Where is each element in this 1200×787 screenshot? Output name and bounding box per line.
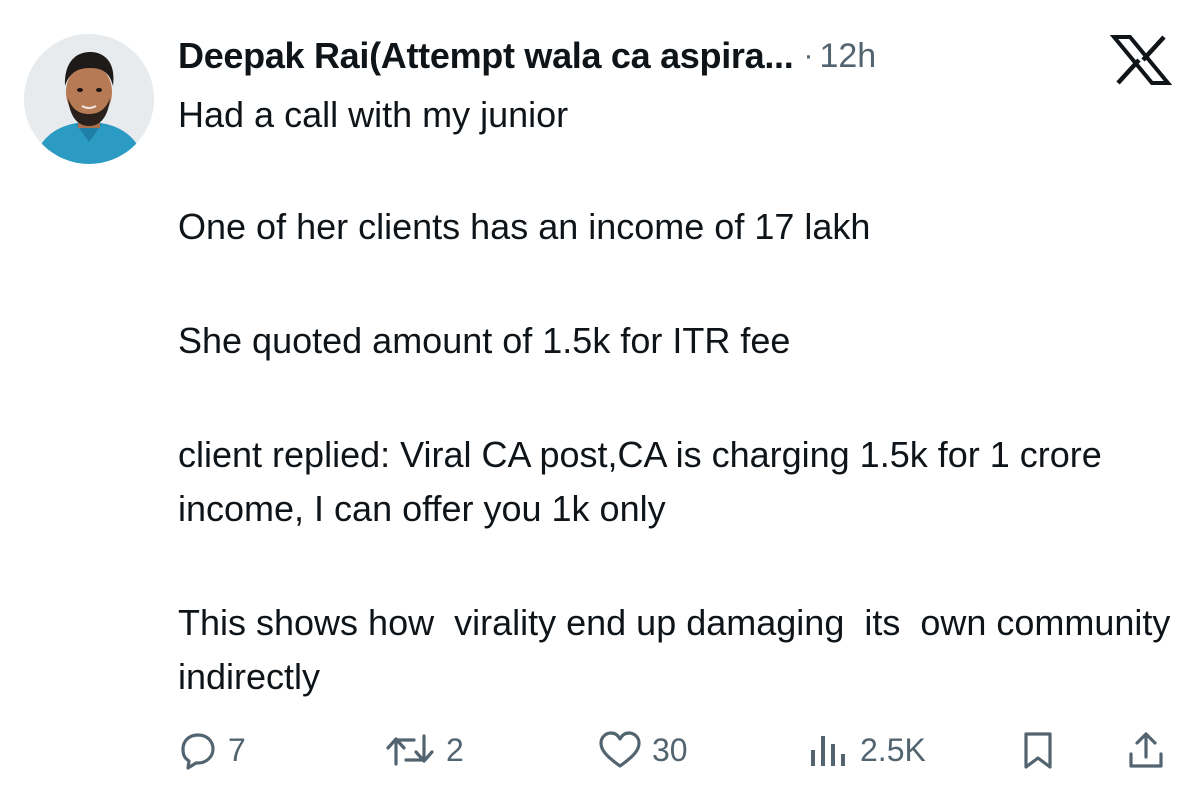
x-logo-icon[interactable] bbox=[1110, 34, 1172, 86]
analytics-icon bbox=[811, 736, 845, 766]
repost-icon bbox=[386, 734, 434, 766]
like-button[interactable]: 30 bbox=[598, 722, 688, 778]
share-button[interactable] bbox=[1126, 722, 1166, 778]
share-icon bbox=[1129, 732, 1163, 768]
post-paragraph: client replied: Viral CA post,CA is char… bbox=[178, 434, 1112, 529]
post-paragraph: This shows how virality end up damaging … bbox=[178, 602, 1181, 697]
action-bar: 7 2 30 2.5K bbox=[0, 722, 1200, 778]
reply-button[interactable]: 7 bbox=[178, 722, 246, 778]
repost-button[interactable]: 2 bbox=[384, 722, 464, 778]
like-count: 30 bbox=[652, 731, 688, 768]
reply-icon bbox=[181, 733, 215, 770]
avatar[interactable] bbox=[24, 34, 154, 164]
bookmark-button[interactable] bbox=[1018, 722, 1058, 778]
views-button[interactable]: 2.5K bbox=[806, 722, 926, 778]
repost-count: 2 bbox=[446, 731, 464, 768]
avatar-image bbox=[24, 34, 154, 164]
post-timestamp[interactable]: 12h bbox=[819, 37, 876, 76]
views-count: 2.5K bbox=[860, 731, 926, 768]
heart-icon bbox=[599, 731, 641, 768]
post-paragraph: One of her clients has an income of 17 l… bbox=[178, 206, 871, 247]
post-paragraph: Had a call with my junior bbox=[178, 94, 569, 135]
post-header: Deepak Rai(Attempt wala ca aspira... · 1… bbox=[178, 34, 876, 78]
reply-count: 7 bbox=[228, 731, 246, 768]
separator-dot: · bbox=[803, 39, 814, 72]
post-paragraph: She quoted amount of 1.5k for ITR fee bbox=[178, 320, 791, 361]
author-name[interactable]: Deepak Rai(Attempt wala ca aspira... bbox=[178, 35, 794, 77]
post-body: Had a call with my junior One of her cli… bbox=[178, 88, 1178, 764]
bookmark-icon bbox=[1024, 732, 1052, 769]
